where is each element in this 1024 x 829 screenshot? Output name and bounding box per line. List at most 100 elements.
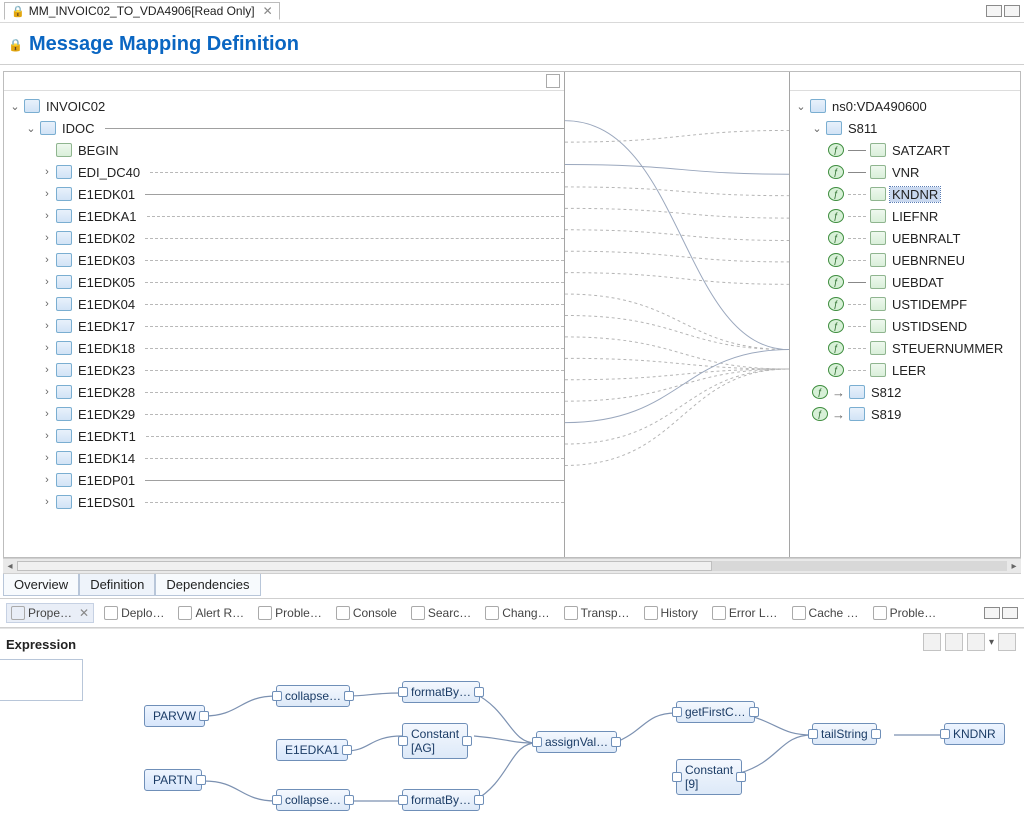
tree-node[interactable]: ›E1EDK02 (42, 227, 564, 249)
tree-node[interactable]: ƒSTEUERNUMMER (828, 337, 1020, 359)
fx-icon: ƒ (828, 209, 844, 223)
horizontal-scrollbar[interactable]: ◂ ▸ (3, 558, 1021, 573)
tree-node[interactable]: ƒUSTIDEMPF (828, 293, 1020, 315)
expression-canvas[interactable]: PARVW PARTN collapse… E1EDKA1 collapse… … (0, 661, 1024, 829)
tree-node[interactable]: ›E1EDK03 (42, 249, 564, 271)
view-tab[interactable]: Searc… (407, 604, 475, 622)
minimize-button[interactable] (986, 5, 1002, 17)
scroll-left-icon[interactable]: ◂ (3, 559, 17, 573)
toolbar-button[interactable] (967, 633, 985, 651)
mapping-split: ⌄INVOIC02⌄IDOCBEGIN›EDI_DC40›E1EDK01›E1E… (3, 71, 1021, 558)
scroll-right-icon[interactable]: ▸ (1007, 559, 1021, 573)
expr-node-constant-9[interactable]: Constant [9] (676, 759, 742, 795)
expr-node-format2[interactable]: formatBy… (402, 789, 480, 811)
tree-node[interactable]: ƒLEER (828, 359, 1020, 381)
tree-node[interactable]: ›E1EDK28 (42, 381, 564, 403)
close-icon[interactable]: ✕ (263, 4, 273, 18)
view-tab[interactable]: Proble… (254, 604, 326, 622)
tree-node[interactable]: BEGIN (42, 139, 564, 161)
source-tree[interactable]: ⌄INVOIC02⌄IDOCBEGIN›EDI_DC40›E1EDK01›E1E… (4, 91, 564, 513)
tree-node[interactable]: ƒUEBNRNEU (828, 249, 1020, 271)
tree-node[interactable]: ›E1EDK17 (42, 315, 564, 337)
map-tab-definition[interactable]: Definition (79, 574, 155, 596)
fx-icon: ƒ (828, 341, 844, 355)
view-tab[interactable]: Alert R… (174, 604, 248, 622)
expr-node-partn[interactable]: PARTN (144, 769, 202, 791)
tree-node[interactable]: ›E1EDK18 (42, 337, 564, 359)
tree-node[interactable]: ⌄INVOIC02 (10, 95, 564, 117)
view-tab[interactable]: History (640, 604, 702, 622)
view-icon (564, 606, 578, 620)
expression-wires (0, 661, 1024, 829)
tree-node[interactable]: ›E1EDKA1 (42, 205, 564, 227)
tree-node[interactable]: ƒKNDNR (828, 183, 1020, 205)
fx-icon: ƒ (828, 253, 844, 267)
tree-node[interactable]: ›E1EDS01 (42, 491, 564, 513)
expression-title: Expression (0, 629, 1024, 652)
tree-node[interactable]: ƒUEBDAT (828, 271, 1020, 293)
tree-node[interactable]: ƒUSTIDSEND (828, 315, 1020, 337)
tree-node[interactable]: ƒUEBNRALT (828, 227, 1020, 249)
tree-node[interactable]: ›E1EDKT1 (42, 425, 564, 447)
view-icon (411, 606, 425, 620)
maximize-button[interactable] (1004, 5, 1020, 17)
doc-icon[interactable] (546, 74, 560, 88)
tree-node[interactable]: ƒVNR (828, 161, 1020, 183)
view-tab[interactable]: Transp… (560, 604, 634, 622)
tree-node[interactable]: ›E1EDK29 (42, 403, 564, 425)
editor-tab-active[interactable]: 🔒 MM_INVOIC02_TO_VDA4906[Read Only] ✕ (4, 2, 280, 20)
view-tab[interactable]: Cache … (788, 604, 863, 622)
view-icon (336, 606, 350, 620)
toolbar-button[interactable] (923, 633, 941, 651)
expr-node-collapse2[interactable]: collapse… (276, 789, 350, 811)
map-tab-overview[interactable]: Overview (3, 574, 79, 596)
tree-node[interactable]: ›E1EDK23 (42, 359, 564, 381)
tree-node[interactable]: ƒLIEFNR (828, 205, 1020, 227)
tree-node[interactable]: ›E1EDK05 (42, 271, 564, 293)
view-tab[interactable]: Error L… (708, 604, 782, 622)
tree-node[interactable]: ⌄ns0:VDA490600 (796, 95, 1020, 117)
tree-node[interactable]: ›E1EDK01 (42, 183, 564, 205)
expr-node-tailstring[interactable]: tailString (812, 723, 877, 745)
page-title-row: 🔒 Message Mapping Definition (0, 23, 1024, 62)
expr-node-parvw[interactable]: PARVW (144, 705, 205, 727)
tree-node[interactable]: ›E1EDK04 (42, 293, 564, 315)
view-tab[interactable]: Prope…✕ (6, 603, 94, 623)
view-tab[interactable]: Proble… (869, 604, 941, 622)
fx-icon: ƒ (828, 231, 844, 245)
expression-area: ▾ Expression PARVW PARTN co (0, 628, 1024, 829)
page-title: Message Mapping Definition (29, 33, 299, 56)
chevron-down-icon[interactable]: ▾ (989, 637, 994, 648)
expr-node-output[interactable]: KNDNR (944, 723, 1005, 745)
editor-tabbar: 🔒 MM_INVOIC02_TO_VDA4906[Read Only] ✕ (0, 0, 1024, 23)
expr-node-collapse1[interactable]: collapse… (276, 685, 350, 707)
expr-node-e1edka1[interactable]: E1EDKA1 (276, 739, 348, 761)
fx-icon: ƒ (828, 143, 844, 157)
views-minimize-button[interactable] (984, 607, 1000, 619)
expr-node-assign[interactable]: assignVal… (536, 731, 617, 753)
expr-node-format1[interactable]: formatBy… (402, 681, 480, 703)
views-maximize-button[interactable] (1002, 607, 1018, 619)
views-strip: Prope…✕ Deplo… Alert R… Proble… Console Searc… (0, 598, 1024, 628)
view-tab[interactable]: Chang… (481, 604, 553, 622)
expr-node-getfirst[interactable]: getFirstC… (676, 701, 755, 723)
toolbar-button[interactable] (998, 633, 1016, 651)
view-tab[interactable]: Console (332, 604, 401, 622)
view-icon (104, 606, 118, 620)
tree-node[interactable]: ›EDI_DC40 (42, 161, 564, 183)
close-icon[interactable]: ✕ (79, 606, 89, 620)
tree-node[interactable]: ƒ→S812 (812, 381, 1020, 403)
tree-node[interactable]: ›E1EDP01 (42, 469, 564, 491)
tree-node[interactable]: ƒ→S819 (812, 403, 1020, 425)
expr-node-constant-ag[interactable]: Constant [AG] (402, 723, 468, 759)
tree-node[interactable]: ⌄S811 (812, 117, 1020, 139)
toolbar-button[interactable] (945, 633, 963, 651)
tree-node[interactable]: ›E1EDK14 (42, 447, 564, 469)
view-icon (792, 606, 806, 620)
view-tab[interactable]: Deplo… (100, 604, 168, 622)
view-icon (644, 606, 658, 620)
tree-node[interactable]: ⌄IDOC (26, 117, 564, 139)
tree-node[interactable]: ƒSATZART (828, 139, 1020, 161)
target-tree[interactable]: ⌄ns0:VDA490600⌄S811ƒSATZARTƒVNRƒKNDNRƒLI… (790, 91, 1020, 425)
map-tab-dependencies[interactable]: Dependencies (155, 574, 260, 596)
